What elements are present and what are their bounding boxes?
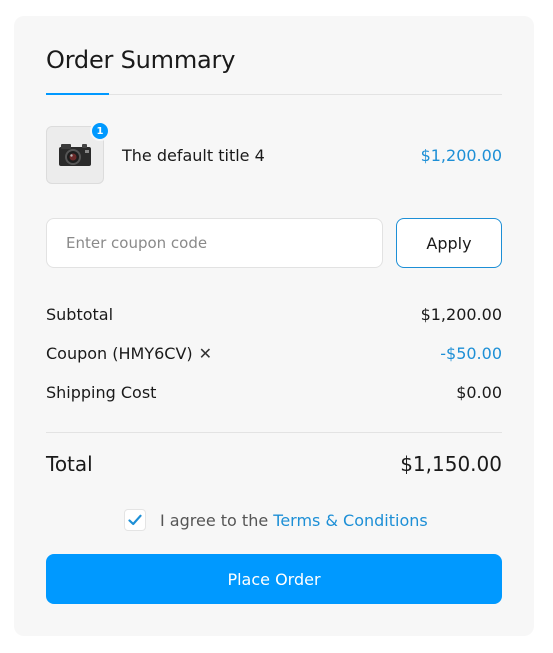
terms-prefix: I agree to the	[160, 510, 269, 530]
total-value: $1,150.00	[400, 452, 502, 476]
coupon-label-group: Coupon (HMY6CV) ✕	[46, 344, 212, 363]
shipping-label: Shipping Cost	[46, 382, 157, 402]
coupon-row: Coupon (HMY6CV) ✕ -$50.00	[46, 342, 502, 364]
checkmark-icon	[128, 514, 142, 526]
coupon-label: Coupon (HMY6CV)	[46, 343, 193, 363]
terms-agreement: I agree to the Terms & Conditions	[124, 509, 428, 531]
apply-coupon-button[interactable]: Apply	[396, 218, 502, 268]
subtotal-label: Subtotal	[46, 304, 114, 324]
shipping-value: $0.00	[456, 382, 502, 402]
product-price: $1,200.00	[420, 146, 502, 165]
terms-text: I agree to the Terms & Conditions	[160, 511, 428, 530]
order-summary-card: Order Summary 1 The default title 4 $1,2…	[14, 16, 534, 636]
total-row: Total $1,150.00	[46, 450, 502, 478]
coupon-discount-value: -$50.00	[440, 343, 502, 363]
remove-coupon-icon[interactable]: ✕	[199, 344, 212, 363]
title-divider	[46, 94, 502, 95]
subtotal-row: Subtotal $1,200.00	[46, 303, 502, 325]
product-name: The default title 4	[122, 146, 265, 165]
quantity-badge: 1	[90, 121, 110, 141]
terms-link[interactable]: Terms & Conditions	[273, 511, 427, 530]
totals-divider	[46, 432, 502, 433]
terms-checkbox[interactable]	[124, 509, 146, 531]
title-accent-bar	[46, 93, 109, 95]
total-label: Total	[46, 452, 93, 476]
page-title: Order Summary	[46, 46, 236, 74]
shipping-row: Shipping Cost $0.00	[46, 381, 502, 403]
place-order-button[interactable]: Place Order	[46, 554, 502, 604]
subtotal-value: $1,200.00	[420, 304, 502, 324]
coupon-code-input[interactable]	[46, 218, 383, 268]
camera-icon	[59, 144, 91, 166]
